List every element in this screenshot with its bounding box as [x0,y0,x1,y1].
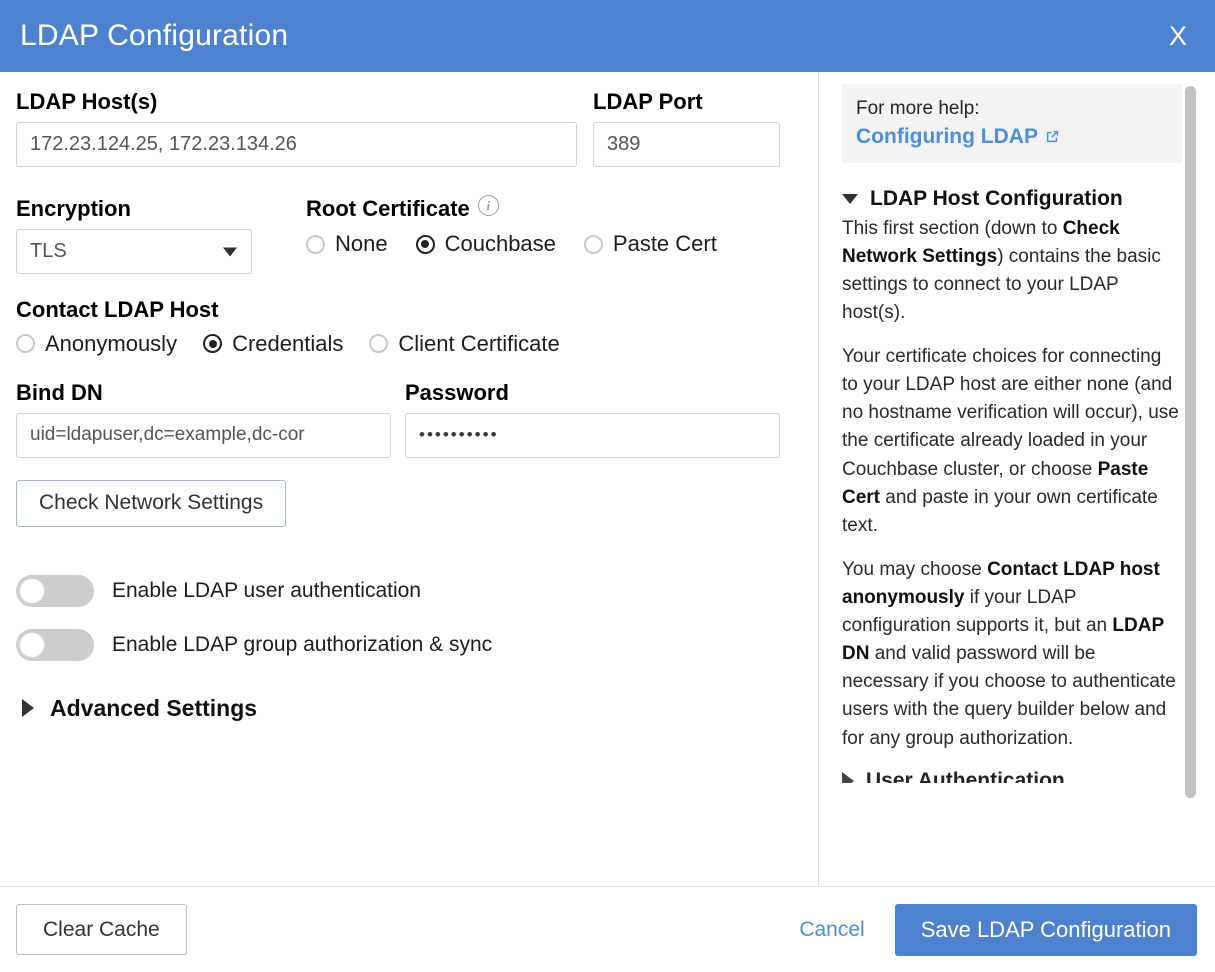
contact-ldap-host-radios: Anonymously Credentials Client Certifica… [16,331,798,357]
password-input[interactable]: •••••••••• [405,413,780,458]
contact-ldap-host-group: Contact LDAP Host Anonymously Credential… [16,298,798,356]
external-link-icon [1045,129,1060,144]
dialog-footer: Clear Cache Cancel Save LDAP Configurati… [0,886,1215,972]
help-emphasis: LDAP DN [842,615,1164,664]
radio-root-cert-none[interactable]: None [306,231,388,257]
encryption-label: Encryption [16,197,252,221]
help-box: For more help: Configuring LDAP [842,84,1182,163]
password-label: Password [405,381,780,405]
radio-indicator [584,235,603,254]
chevron-right-icon [842,772,854,783]
radio-root-cert-paste[interactable]: Paste Cert [584,231,717,257]
radio-label: None [335,231,388,257]
help-emphasis: Check Network Settings [842,218,1120,267]
radio-indicator [16,334,35,353]
credentials-row: Bind DN uid=ldapuser,dc=example,dc-cor P… [16,381,798,458]
bind-dn-label: Bind DN [16,381,391,405]
advanced-settings-section[interactable]: Advanced Settings [16,695,798,722]
toggle-row-group-auth: Enable LDAP group authorization & sync [16,629,798,661]
chevron-down-icon [842,194,858,204]
radio-contact-client-certificate[interactable]: Client Certificate [369,331,559,357]
toggle-knob [19,578,45,604]
help-paragraph-3: You may choose Contact LDAP host anonymo… [842,556,1182,753]
contact-ldap-host-label: Contact LDAP Host [16,298,798,322]
help-section-title: LDAP Host Configuration [870,187,1123,211]
cancel-button[interactable]: Cancel [797,912,866,948]
advanced-settings-label: Advanced Settings [50,695,257,722]
radio-label: Client Certificate [398,331,559,357]
bind-dn-group: Bind DN uid=ldapuser,dc=example,dc-cor [16,381,391,458]
radio-root-cert-couchbase[interactable]: Couchbase [416,231,556,257]
toggle-label-user-auth: Enable LDAP user authentication [112,579,421,603]
help-scroll-content: LDAP Host Configuration This first secti… [842,187,1200,783]
chevron-down-icon [223,247,237,256]
host-port-row: LDAP Host(s) 172.23.124.25, 172.23.134.2… [16,90,798,167]
password-group: Password •••••••••• [405,381,780,458]
help-section-user-authentication[interactable]: User Authentication [842,769,1200,783]
close-icon[interactable]: X [1159,19,1197,54]
configuring-ldap-link[interactable]: Configuring LDAP [856,125,1060,149]
check-network-wrap: Check Network Settings [16,480,798,527]
radio-indicator [306,235,325,254]
help-scrollbar[interactable] [1185,86,1196,872]
ldap-configuration-dialog: LDAP Configuration X LDAP Host(s) 172.23… [0,0,1215,972]
toggle-row-user-auth: Enable LDAP user authentication [16,575,798,607]
save-ldap-configuration-button[interactable]: Save LDAP Configuration [895,904,1197,956]
bind-dn-input[interactable]: uid=ldapuser,dc=example,dc-cor [16,413,391,458]
dialog-titlebar: LDAP Configuration X [0,0,1215,72]
help-panel: For more help: Configuring LDAP LDAP Hos… [818,72,1215,886]
ldap-hosts-label: LDAP Host(s) [16,90,593,114]
help-section-ldap-host-configuration[interactable]: LDAP Host Configuration [842,187,1200,211]
help-emphasis: Contact LDAP host anonymously [842,559,1160,608]
root-certificate-radios: None Couchbase Paste Cert [306,231,717,257]
info-icon[interactable]: i [478,195,499,216]
clear-cache-button[interactable]: Clear Cache [16,904,187,955]
help-box-title: For more help: [856,96,1166,122]
encryption-certificate-row: Encryption TLS Root Certificate i N [16,197,798,274]
radio-contact-anonymously[interactable]: Anonymously [16,331,177,357]
ldap-port-group: LDAP Port 389 [593,90,793,167]
dialog-body: LDAP Host(s) 172.23.124.25, 172.23.134.2… [0,72,1215,886]
help-next-section-title: User Authentication [866,769,1065,783]
root-certificate-group: Root Certificate i None Couchbase [306,197,717,257]
enable-ldap-group-authorization-toggle[interactable] [16,629,94,661]
chevron-right-icon [22,699,34,717]
dialog-title: LDAP Configuration [20,21,288,51]
radio-label: Anonymously [45,331,177,357]
ldap-port-input[interactable]: 389 [593,122,780,167]
ldap-hosts-input[interactable]: 172.23.124.25, 172.23.134.26 [16,122,577,167]
toggle-knob [19,632,45,658]
help-paragraph-1: This first section (down to Check Networ… [842,215,1182,327]
footer-actions: Cancel Save LDAP Configuration [797,904,1197,956]
ldap-port-label: LDAP Port [593,90,793,114]
encryption-selected-value: TLS [30,240,67,263]
radio-label: Couchbase [445,231,556,257]
encryption-select[interactable]: TLS [16,229,252,274]
configuring-ldap-link-label: Configuring LDAP [856,125,1038,149]
radio-label: Paste Cert [613,231,717,257]
help-next-section-peek[interactable]: User Authentication [842,769,1200,783]
help-paragraph-2: Your certificate choices for connecting … [842,343,1182,540]
enable-ldap-user-authentication-toggle[interactable] [16,575,94,607]
encryption-group: Encryption TLS [16,197,252,274]
radio-contact-credentials[interactable]: Credentials [203,331,343,357]
root-certificate-label: Root Certificate i [306,197,717,221]
radio-indicator [416,235,435,254]
toggle-label-group-auth: Enable LDAP group authorization & sync [112,633,492,657]
help-scrollbar-thumb[interactable] [1185,86,1196,798]
ldap-hosts-group: LDAP Host(s) 172.23.124.25, 172.23.134.2… [16,90,593,167]
help-emphasis: Paste Cert [842,459,1148,508]
radio-label: Credentials [232,331,343,357]
radio-indicator [203,334,222,353]
ldap-form: LDAP Host(s) 172.23.124.25, 172.23.134.2… [0,72,818,886]
radio-indicator [369,334,388,353]
check-network-settings-button[interactable]: Check Network Settings [16,480,286,527]
